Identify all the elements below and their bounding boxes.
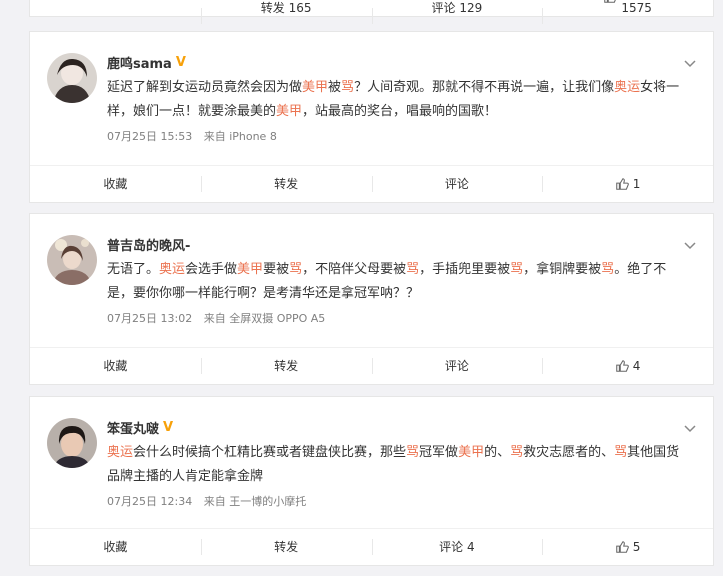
- favorite-button[interactable]: 收藏: [30, 529, 201, 565]
- timestamp[interactable]: 07月25日 15:53: [107, 130, 192, 143]
- username-text: 笨蛋丸啵: [107, 422, 160, 437]
- action-bar: 收藏 转发 评论 4: [30, 347, 713, 384]
- like-count: 5: [632, 540, 641, 554]
- verified-badge-icon: V: [163, 420, 174, 435]
- favorite-button[interactable]: 收藏: [30, 348, 201, 384]
- user-avatar[interactable]: [47, 235, 97, 285]
- repost-button[interactable]: 转发: [200, 348, 372, 384]
- comment-button[interactable]: 评论: [371, 348, 543, 384]
- like-count: 1: [632, 177, 641, 191]
- user-avatar[interactable]: [47, 418, 97, 468]
- repost-button[interactable]: 转发: [200, 166, 372, 202]
- comment-text-segment: 的、: [484, 445, 511, 460]
- comment-meta: 07月25日 12:34 来自 王一博的小摩托: [107, 493, 306, 509]
- comment-card: 鹿鸣sama V 延迟了解到女运动员竟然会因为做美甲被骂？人间奇观。那就不得不再…: [29, 31, 714, 203]
- verified-badge-icon: V: [175, 55, 186, 70]
- action-bar: 收藏 转发 评论 1: [30, 165, 713, 202]
- chevron-down-icon[interactable]: [683, 56, 697, 70]
- thumbs-up-icon: [616, 360, 629, 372]
- comment-text: 奥运会什么时候搞个杠精比赛或者键盘侠比赛，那些骂冠军做美甲的、骂救灾志愿者的、骂…: [107, 441, 687, 489]
- comment-card: 笨蛋丸啵 V 奥运会什么时候搞个杠精比赛或者键盘侠比赛，那些骂冠军做美甲的、骂救…: [29, 396, 714, 566]
- username-text: 鹿鸣sama: [107, 57, 172, 72]
- favorite-button[interactable]: 收藏: [30, 166, 201, 202]
- comment-text: 无语了。奥运会选手做美甲要被骂，不陪伴父母要被骂，手插兜里要被骂，拿铜牌要被骂。…: [107, 258, 687, 306]
- comment-label: 评论 129: [431, 1, 483, 15]
- like-count: 1575: [621, 1, 652, 15]
- favorite-label: 收藏: [103, 359, 128, 373]
- highlighted-keyword: 美甲: [276, 104, 303, 119]
- source-label: 来自 iPhone 8: [203, 130, 277, 143]
- comment-card: 普吉岛的晚风- 无语了。奥运会选手做美甲要被骂，不陪伴父母要被骂，手插兜里要被骂…: [29, 213, 714, 385]
- comment-text-segment: 要被: [263, 262, 290, 277]
- timestamp[interactable]: 07月25日 12:34: [107, 495, 192, 508]
- timestamp[interactable]: 07月25日 13:02: [107, 312, 192, 325]
- comment-text-segment: 无语了。: [107, 262, 160, 277]
- username-text: 普吉岛的晚风-: [107, 239, 191, 254]
- highlighted-keyword: 骂: [406, 262, 420, 277]
- highlighted-keyword: 美甲: [237, 262, 264, 277]
- chevron-down-icon[interactable]: [683, 238, 697, 252]
- highlighted-keyword: 骂: [510, 262, 524, 277]
- comment-button[interactable]: 评论 129: [371, 0, 543, 24]
- comment-label: 评论: [444, 177, 469, 191]
- username[interactable]: 普吉岛的晚风-: [107, 235, 190, 254]
- comment-label: 评论 4: [439, 540, 475, 554]
- highlighted-keyword: 骂: [406, 445, 420, 460]
- comment-text-segment: ，手插兜里要被: [419, 262, 511, 277]
- username[interactable]: 笨蛋丸啵 V: [107, 418, 173, 437]
- comment-text-segment: 被: [328, 80, 342, 95]
- comment-text-segment: ，拿铜牌要被: [523, 262, 602, 277]
- highlighted-keyword: 骂: [289, 262, 303, 277]
- comment-text-segment: ，不陪伴父母要被: [302, 262, 407, 277]
- favorite-label: 收藏: [103, 540, 128, 554]
- comment-text-segment: 冠军做: [419, 445, 459, 460]
- source-label: 来自 王一博的小摩托: [203, 495, 307, 508]
- action-bar: 收藏 转发 评论 4 5: [30, 528, 713, 565]
- like-button[interactable]: 1: [542, 166, 713, 202]
- comment-meta: 07月25日 15:53 来自 iPhone 8: [107, 128, 277, 144]
- previous-post-card: 收藏 转发 165 评论 129 1575: [29, 0, 714, 24]
- repost-label: 转发 165: [260, 1, 312, 15]
- highlighted-keyword: 奥运: [107, 445, 134, 460]
- comment-button[interactable]: 评论 4: [371, 529, 543, 565]
- action-bar: 收藏 转发 165 评论 129 1575: [30, 0, 713, 24]
- comment-text-segment: ？人间奇观。那就不得不再说一遍，让我们像: [354, 80, 615, 95]
- highlighted-keyword: 骂: [614, 445, 628, 460]
- like-button[interactable]: 5: [542, 529, 713, 565]
- repost-label: 转发: [274, 359, 299, 373]
- comment-text: 延迟了解到女运动员竟然会因为做美甲被骂？人间奇观。那就不得不再说一遍，让我们像奥…: [107, 76, 687, 124]
- like-button[interactable]: 4: [542, 348, 713, 384]
- thumbs-up-icon: [604, 0, 617, 3]
- comment-text-segment: 延迟了解到女运动员竟然会因为做: [107, 80, 303, 95]
- thumbs-up-icon: [616, 178, 629, 190]
- like-count: 4: [632, 359, 641, 373]
- comment-meta: 07月25日 13:02 来自 全屏双摄 OPPO A5: [107, 310, 325, 326]
- highlighted-keyword: 骂: [341, 80, 355, 95]
- comment-text-segment: 会什么时候搞个杠精比赛或者键盘侠比赛，那些: [133, 445, 407, 460]
- favorite-label: 收藏: [103, 177, 128, 191]
- comment-text-segment: 会选手做: [185, 262, 238, 277]
- repost-button[interactable]: 转发: [200, 529, 372, 565]
- like-button[interactable]: 1575: [542, 0, 713, 24]
- source-label: 来自 全屏双摄 OPPO A5: [203, 312, 326, 325]
- favorite-button[interactable]: 收藏: [30, 0, 201, 16]
- highlighted-keyword: 美甲: [458, 445, 485, 460]
- repost-label: 转发: [274, 177, 299, 191]
- comment-text-segment: ，站最高的奖台，唱最响的国歌！: [302, 104, 498, 119]
- highlighted-keyword: 骂: [601, 262, 615, 277]
- username[interactable]: 鹿鸣sama V: [107, 53, 186, 72]
- user-avatar[interactable]: [47, 53, 97, 103]
- comment-button[interactable]: 评论: [371, 166, 543, 202]
- highlighted-keyword: 美甲: [302, 80, 329, 95]
- highlighted-keyword: 奥运: [159, 262, 186, 277]
- comment-label: 评论: [444, 359, 469, 373]
- highlighted-keyword: 骂: [510, 445, 524, 460]
- repost-button[interactable]: 转发 165: [200, 0, 372, 24]
- thumbs-up-icon: [616, 541, 629, 553]
- comment-text-segment: 救灾志愿者的、: [523, 445, 615, 460]
- chevron-down-icon[interactable]: [683, 421, 697, 435]
- repost-label: 转发: [274, 540, 299, 554]
- highlighted-keyword: 奥运: [614, 80, 641, 95]
